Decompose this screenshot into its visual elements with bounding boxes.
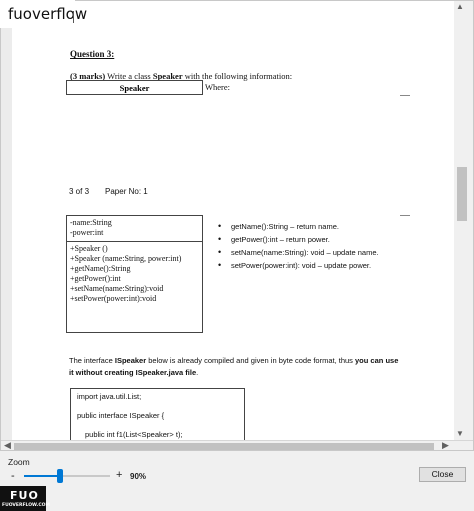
uml-method: +Speaker (name:String, power:int) <box>70 254 182 263</box>
uml-method: +Speaker () <box>70 244 108 253</box>
uml-method: +getName():String <box>70 264 131 273</box>
uml-method: +getPower():int <box>70 274 121 283</box>
divider <box>400 215 410 216</box>
uml-method: +setPower(power:int):void <box>70 294 157 303</box>
text-cursor-icon <box>73 11 74 23</box>
question-title: Question 3: <box>70 49 115 59</box>
uml-attributes: -name:String -power:int <box>67 216 202 242</box>
scroll-up-icon[interactable]: ▲ <box>456 2 464 11</box>
zoom-in-icon[interactable]: + <box>116 469 122 481</box>
vertical-scrollbar[interactable]: ▲ ▼ <box>454 1 473 440</box>
uml-methods: +Speaker () +Speaker (name:String, power… <box>67 242 202 306</box>
scroll-right-icon[interactable]: ▶ <box>442 440 449 450</box>
zoom-slider-fill <box>24 475 60 477</box>
scroll-down-icon[interactable]: ▼ <box>456 429 464 438</box>
class-name-box: Speaker <box>66 80 203 95</box>
horizontal-scrollbar[interactable]: ◀ ▶ <box>1 440 473 450</box>
zoom-slider-handle[interactable] <box>57 469 63 483</box>
scroll-left-icon[interactable]: ◀ <box>4 440 11 450</box>
code-line: public interface ISpeaker { <box>77 411 165 420</box>
code-box: import java.util.List; public interface … <box>70 388 245 440</box>
divider <box>400 95 410 96</box>
zoom-out-icon[interactable]: - <box>11 470 15 482</box>
uml-attribute: -power:int <box>70 228 104 237</box>
list-item: setName(name:String): void – update name… <box>218 246 379 259</box>
uml-attribute: -name:String <box>70 218 112 227</box>
code-line: public int f1(List<Speaker> t); <box>85 430 183 439</box>
list-item: setPower(power:int): void – update power… <box>218 259 379 272</box>
list-item: getName():String – return name. <box>218 220 379 233</box>
watermark-top: fuoverflow <box>0 0 87 28</box>
zoom-label: Zoom <box>8 457 30 467</box>
page-info: 3 of 3 Paper No: 1 <box>69 187 148 196</box>
zoom-slider[interactable] <box>24 469 110 483</box>
method-description-list: getName():String – return name. getPower… <box>218 220 379 272</box>
uml-class-diagram: -name:String -power:int +Speaker () +Spe… <box>66 215 203 333</box>
uml-method: +setName(name:String):void <box>70 284 164 293</box>
zoom-value: 90% <box>130 472 147 481</box>
where-label: Where: <box>205 82 231 92</box>
horizontal-scroll-thumb[interactable] <box>14 443 434 450</box>
code-line: import java.util.List; <box>77 392 142 401</box>
document-viewer: Question 3: (3 marks) Write a class Spea… <box>0 0 474 451</box>
document-page: Question 3: (3 marks) Write a class Spea… <box>12 1 454 440</box>
close-button[interactable]: Close <box>419 467 466 482</box>
list-item: getPower():int – return power. <box>218 233 379 246</box>
vertical-scroll-thumb[interactable] <box>457 167 467 221</box>
interface-paragraph: The interface ISpeaker below is already … <box>69 356 399 377</box>
watermark-logo: FUO FUOVERFLOW.COM <box>0 486 50 511</box>
